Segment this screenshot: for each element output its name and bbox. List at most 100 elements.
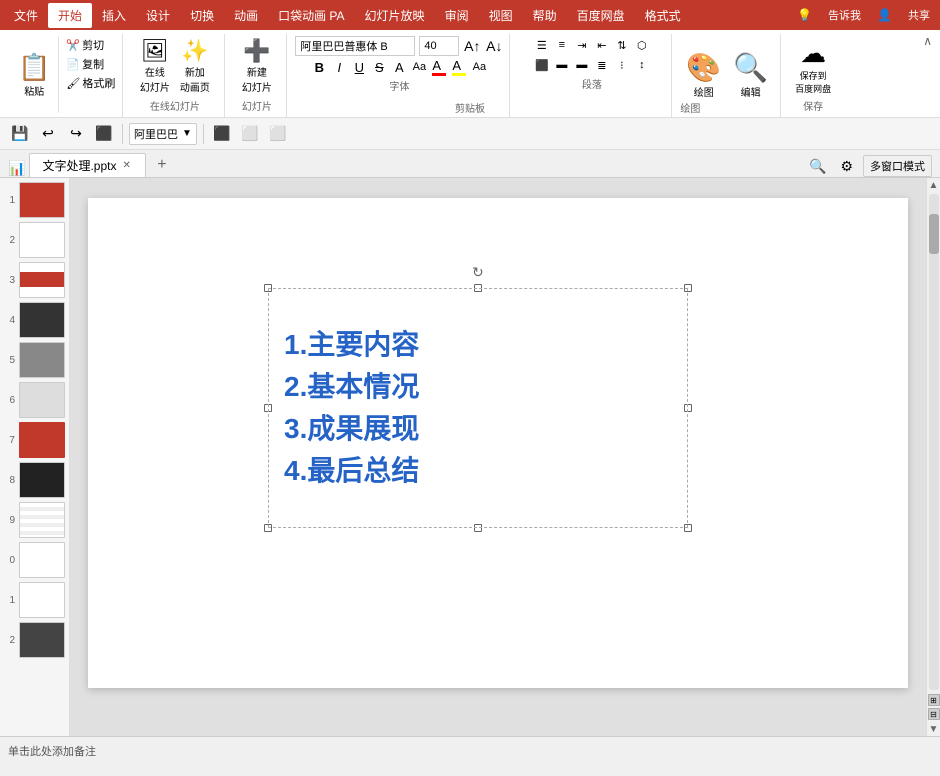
slide-img-9[interactable]	[19, 502, 65, 538]
numbered-list-button[interactable]: ≡	[553, 36, 571, 54]
font-name-select[interactable]	[295, 36, 415, 56]
align-left-button[interactable]: ⬛	[533, 56, 551, 74]
slide-img-5[interactable]	[19, 342, 65, 378]
online-slides-button[interactable]: 🖼 在线 幻灯片	[136, 36, 174, 96]
slide-thumb-9[interactable]: 9	[4, 502, 65, 538]
menu-pocket-animation[interactable]: 口袋动画 PA	[268, 3, 354, 28]
slide-thumb-12[interactable]: 2	[4, 622, 65, 658]
scroll-fit-button[interactable]: ⊞	[928, 694, 940, 706]
slide-img-3[interactable]	[19, 262, 65, 298]
ribbon-expand-button[interactable]: ∧	[923, 34, 932, 48]
settings-tab-button[interactable]: ⚙	[836, 156, 857, 177]
light-bulb-icon[interactable]: 💡	[791, 6, 818, 24]
menu-transition[interactable]: 切换	[180, 3, 224, 28]
slide-thumb-1[interactable]: 1	[4, 182, 65, 218]
save-toolbar-button[interactable]: 💾	[8, 122, 32, 146]
format-painter-button[interactable]: 🖌格式刷	[63, 74, 118, 92]
undo-button[interactable]: ↩	[36, 122, 60, 146]
cut-button[interactable]: ✂️剪切	[63, 36, 118, 54]
font-dropdown[interactable]: 阿里巴巴 ▼	[129, 123, 197, 145]
user-icon[interactable]: 👤	[871, 6, 898, 24]
align-justify-button[interactable]: ≣	[593, 56, 611, 74]
underline-button[interactable]: U	[350, 58, 368, 76]
rotate-handle[interactable]: ↻	[472, 264, 484, 276]
text-direction-button[interactable]: ⇅	[613, 36, 631, 54]
slide-thumb-2[interactable]: 2	[4, 222, 65, 258]
file-tab[interactable]: 文字处理.pptx ✕	[29, 153, 145, 177]
tell-me-btn[interactable]: 告诉我	[822, 5, 867, 25]
line-spacing-button[interactable]: ↕	[633, 56, 651, 74]
slide-thumb-3[interactable]: 3	[4, 262, 65, 298]
slide-thumb-6[interactable]: 6	[4, 382, 65, 418]
slide-canvas[interactable]: ↻ 1.主要内容 2.基本情况 3.成果展现 4.最后总结	[88, 198, 908, 688]
decrease-font-button[interactable]: A↓	[485, 37, 503, 55]
increase-font-button[interactable]: A↑	[463, 37, 481, 55]
list-indent-button[interactable]: ⇥	[573, 36, 591, 54]
scroll-track[interactable]	[929, 194, 939, 690]
slide-thumb-5[interactable]: 5	[4, 342, 65, 378]
strikethrough-button[interactable]: S	[370, 58, 388, 76]
menu-animation[interactable]: 动画	[224, 3, 268, 28]
align-right-button[interactable]: ▬	[573, 56, 591, 74]
draw-button[interactable]: 🎨 绘图	[680, 47, 727, 103]
scroll-down-arrow[interactable]: ▼	[927, 722, 940, 736]
scroll-fit-width-button[interactable]: ⊟	[928, 708, 940, 720]
slide-img-8[interactable]	[19, 462, 65, 498]
font-color-button[interactable]: A	[430, 58, 448, 76]
slide-img-1[interactable]	[19, 182, 65, 218]
align-center-button[interactable]: ▬	[553, 56, 571, 74]
slide-thumb-10[interactable]: 0	[4, 542, 65, 578]
shadow-button[interactable]: A	[390, 58, 408, 76]
slide-img-6[interactable]	[19, 382, 65, 418]
text-box-container[interactable]: ↻ 1.主要内容 2.基本情况 3.成果展现 4.最后总结	[268, 288, 688, 528]
font-size-adjust-button[interactable]: Aa	[470, 58, 488, 76]
highlight-button[interactable]: A	[450, 58, 468, 76]
redo-button[interactable]: ↪	[64, 122, 88, 146]
slide-img-10[interactable]	[19, 542, 65, 578]
notes-placeholder[interactable]: 单击此处添加备注	[8, 743, 96, 759]
slide-img-4[interactable]	[19, 302, 65, 338]
multiwindow-button[interactable]: 多窗口模式	[863, 155, 932, 177]
char-spacing-button[interactable]: Aa	[410, 58, 428, 76]
view-outline-button[interactable]: ⬜	[238, 122, 262, 146]
unknown-button[interactable]: ⬛	[92, 122, 116, 146]
slide-thumb-11[interactable]: 1	[4, 582, 65, 618]
bold-button[interactable]: B	[310, 58, 328, 76]
menu-file[interactable]: 文件	[4, 3, 48, 28]
scroll-up-arrow[interactable]: ▲	[927, 178, 940, 192]
slide-img-12[interactable]	[19, 622, 65, 658]
menu-help[interactable]: 帮助	[523, 3, 567, 28]
font-size-select[interactable]	[419, 36, 459, 56]
add-tab-button[interactable]: +	[150, 153, 174, 177]
edit-button[interactable]: 🔍 编辑	[727, 47, 774, 103]
menu-format[interactable]: 格式式	[635, 3, 691, 28]
tab-close-button[interactable]: ✕	[120, 160, 132, 171]
italic-button[interactable]: I	[330, 58, 348, 76]
slide-img-2[interactable]	[19, 222, 65, 258]
menu-design[interactable]: 设计	[136, 3, 180, 28]
column-button[interactable]: ⁝	[613, 56, 631, 74]
menu-insert[interactable]: 插入	[92, 3, 136, 28]
new-slide-button[interactable]: ➕ 新建 幻灯片	[238, 36, 276, 96]
decrease-indent-button[interactable]: ⇤	[593, 36, 611, 54]
slide-thumb-7[interactable]: 7	[4, 422, 65, 458]
menu-baidu-pan[interactable]: 百度网盘	[567, 3, 635, 28]
slide-img-7[interactable]	[19, 422, 65, 458]
slide-thumb-4[interactable]: 4	[4, 302, 65, 338]
menu-slideshow[interactable]: 幻灯片放映	[355, 3, 435, 28]
copy-button[interactable]: 📄复制	[63, 55, 118, 73]
view-normal-button[interactable]: ⬛	[210, 122, 234, 146]
view-more-button[interactable]: ⬜	[266, 122, 290, 146]
menu-review[interactable]: 审阅	[435, 3, 479, 28]
slide-img-11[interactable]	[19, 582, 65, 618]
convert-smartart-button[interactable]: ⬡	[633, 36, 651, 54]
save-to-cloud-button[interactable]: ☁ 保存到 百度网盘	[791, 36, 835, 96]
search-tab-button[interactable]: 🔍	[805, 156, 830, 177]
bullet-list-button[interactable]: ☰	[533, 36, 551, 54]
scroll-thumb[interactable]	[929, 214, 939, 254]
share-btn[interactable]: 共享	[902, 5, 936, 25]
add-animation-page-button[interactable]: ✨ 新加 动画页	[176, 36, 214, 96]
menu-view[interactable]: 视图	[479, 3, 523, 28]
menu-home[interactable]: 开始	[48, 3, 92, 28]
slide-thumb-8[interactable]: 8	[4, 462, 65, 498]
